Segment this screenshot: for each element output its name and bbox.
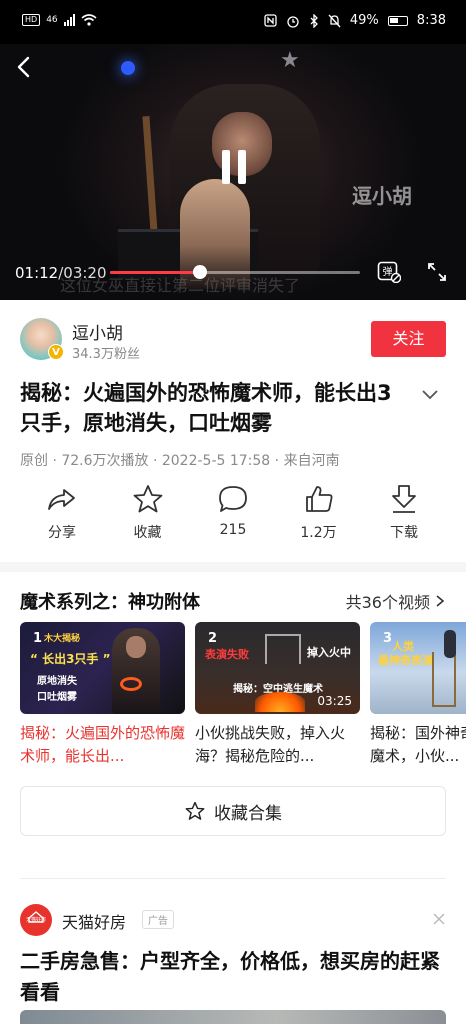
danmu-label: 弹 bbox=[383, 265, 393, 278]
card-thumbnail: 1 木大揭秘 “ 长出3只手 ” 原地消失 口吐烟雾 bbox=[20, 622, 185, 714]
bluetooth-icon bbox=[310, 13, 318, 28]
card-caption: 最神奇表演 bbox=[378, 654, 433, 667]
share-icon bbox=[48, 489, 75, 510]
card-tag: 表演失败 bbox=[205, 648, 249, 661]
share-button[interactable]: 分享 bbox=[20, 482, 104, 544]
current-time: 01:12 bbox=[15, 264, 59, 282]
progress-bar[interactable] bbox=[110, 265, 360, 279]
status-bar: HD 46 49% 8:38 bbox=[0, 0, 466, 44]
card-highlight bbox=[120, 677, 142, 691]
download-button[interactable]: 下载 bbox=[362, 482, 446, 544]
card-fire bbox=[255, 692, 305, 712]
hd-indicator: HD bbox=[22, 14, 41, 26]
card-title: 小伙挑战失败，掉入火海？揭秘危险的... bbox=[195, 724, 346, 765]
download-label: 下载 bbox=[390, 525, 418, 541]
series-count: 共36个视频 bbox=[345, 593, 430, 612]
video-watermark: 逗小胡 bbox=[352, 184, 412, 208]
time-display: 01:12/03:20 bbox=[15, 264, 107, 282]
like-icon bbox=[305, 486, 332, 512]
series-card[interactable]: 1 木大揭秘 “ 长出3只手 ” 原地消失 口吐烟雾 揭秘：火遍国外的恐怖魔术师… bbox=[20, 622, 185, 768]
video-subtitle: 这位女巫直接让第二位评审消失了 bbox=[60, 276, 301, 295]
battery-percent: 49% bbox=[349, 13, 379, 28]
card-number: 2 bbox=[208, 631, 218, 646]
card-number: 1 bbox=[33, 631, 43, 646]
ad-logo[interactable]: 天猫好房 bbox=[20, 904, 52, 936]
favorite-label: 收藏 bbox=[133, 525, 162, 541]
pause-button[interactable] bbox=[220, 150, 248, 186]
card-number: 3 bbox=[383, 631, 393, 646]
series-card[interactable]: 3 人类 最神奇表演 揭秘：国外神奇悬空隐形魔术，小伙... bbox=[370, 622, 466, 768]
chevron-right-icon bbox=[436, 595, 445, 607]
collect-label: 收藏合集 bbox=[214, 803, 282, 824]
close-icon[interactable] bbox=[432, 912, 446, 926]
card-cage bbox=[265, 634, 301, 664]
comment-button[interactable]: 215 bbox=[191, 482, 275, 544]
ad-title[interactable]: 二手房急售：户型齐全，价格低，想买房的赶紧看看 bbox=[20, 946, 446, 1008]
video-title: 揭秘：火遍国外的恐怖魔术师，能长出3只手，原地消失，口吐烟雾 bbox=[20, 381, 392, 435]
like-button[interactable]: 1.2万 bbox=[277, 482, 361, 544]
video-player[interactable]: ★ 逗小胡 这位女巫直接让第二位评审消失了 01:12/03:20 弹 bbox=[0, 44, 466, 300]
stage-light bbox=[121, 61, 135, 75]
mute-icon bbox=[328, 14, 341, 27]
star-icon bbox=[185, 801, 205, 820]
like-count: 1.2万 bbox=[300, 525, 337, 541]
status-right: 49% 8:38 bbox=[264, 13, 446, 28]
card-face bbox=[126, 636, 146, 658]
danmu-toggle-icon[interactable]: 弹 bbox=[377, 261, 401, 283]
divider bbox=[20, 878, 446, 879]
card-caption: 原地消失 bbox=[37, 676, 77, 687]
section-divider bbox=[0, 562, 466, 572]
download-icon bbox=[392, 485, 416, 513]
star-icon bbox=[133, 485, 162, 513]
ad-image[interactable] bbox=[20, 1010, 446, 1024]
total-duration: /03:20 bbox=[58, 264, 107, 282]
series-count-link[interactable]: 共36个视频 bbox=[346, 589, 446, 613]
video-meta: 原创 · 72.6万次播放 · 2022-5-5 17:58 · 来自河南 bbox=[20, 453, 340, 469]
series-title: 魔术系列之：神功附体 bbox=[20, 592, 200, 613]
pause-icon-bar bbox=[238, 150, 246, 184]
action-bar: 分享 收藏 215 1.2万 下载 bbox=[20, 482, 446, 544]
nfc-icon bbox=[264, 14, 277, 27]
card-caption: “ 长出3只手 ” bbox=[30, 652, 111, 666]
comment-icon bbox=[219, 486, 247, 512]
author-row: V 逗小胡 34.3万粉丝 关注 bbox=[20, 318, 446, 364]
series-card[interactable]: 2 表演失败 掉入火中 揭秘：空中逃生魔术 03:25 小伙挑战失败，掉入火海？… bbox=[195, 622, 360, 768]
clock: 8:38 bbox=[416, 13, 446, 28]
card-duration: 03:25 bbox=[317, 694, 352, 708]
wifi-icon bbox=[81, 14, 97, 26]
author-name[interactable]: 逗小胡 bbox=[72, 319, 123, 344]
stage-decoration: ★ bbox=[280, 48, 304, 73]
pause-icon bbox=[222, 150, 230, 184]
signal-icon bbox=[63, 14, 75, 26]
ad-logo-text: 天猫好房 bbox=[25, 917, 46, 923]
card-caption: 口吐烟雾 bbox=[37, 692, 77, 703]
share-label: 分享 bbox=[48, 525, 76, 541]
card-person bbox=[444, 630, 456, 658]
ad-brand[interactable]: 天猫好房 bbox=[62, 909, 126, 933]
favorite-button[interactable]: 收藏 bbox=[106, 482, 190, 544]
follow-button[interactable]: 关注 bbox=[371, 321, 446, 357]
card-title: 揭秘：国外神奇悬空隐形魔术，小伙... bbox=[370, 724, 466, 765]
card-tag: 木大揭秘 bbox=[44, 634, 81, 644]
status-left: HD 46 bbox=[22, 14, 97, 26]
card-caption: 掉入火中 bbox=[307, 646, 351, 659]
battery-icon bbox=[387, 15, 408, 26]
verified-badge: V bbox=[48, 344, 64, 360]
ad-tag: 广告 bbox=[142, 910, 174, 929]
card-thumbnail: 2 表演失败 掉入火中 揭秘：空中逃生魔术 03:25 bbox=[195, 622, 360, 714]
alarm-icon bbox=[287, 15, 299, 28]
fullscreen-icon[interactable] bbox=[426, 261, 448, 283]
network-type: 46 bbox=[46, 15, 58, 25]
comment-count: 215 bbox=[219, 522, 247, 538]
progress-fill bbox=[110, 271, 200, 274]
card-table bbox=[432, 652, 456, 707]
progress-handle[interactable] bbox=[193, 265, 207, 279]
card-title: 揭秘：火遍国外的恐怖魔术师，能长出... bbox=[20, 724, 185, 765]
card-thumbnail: 3 人类 最神奇表演 bbox=[370, 622, 466, 714]
collect-series-button[interactable]: 收藏合集 bbox=[20, 786, 446, 836]
chevron-down-icon[interactable] bbox=[420, 384, 440, 404]
series-carousel[interactable]: 1 木大揭秘 “ 长出3只手 ” 原地消失 口吐烟雾 揭秘：火遍国外的恐怖魔术师… bbox=[20, 622, 466, 772]
back-icon[interactable] bbox=[12, 54, 38, 80]
author-fans: 34.3万粉丝 bbox=[72, 347, 140, 362]
